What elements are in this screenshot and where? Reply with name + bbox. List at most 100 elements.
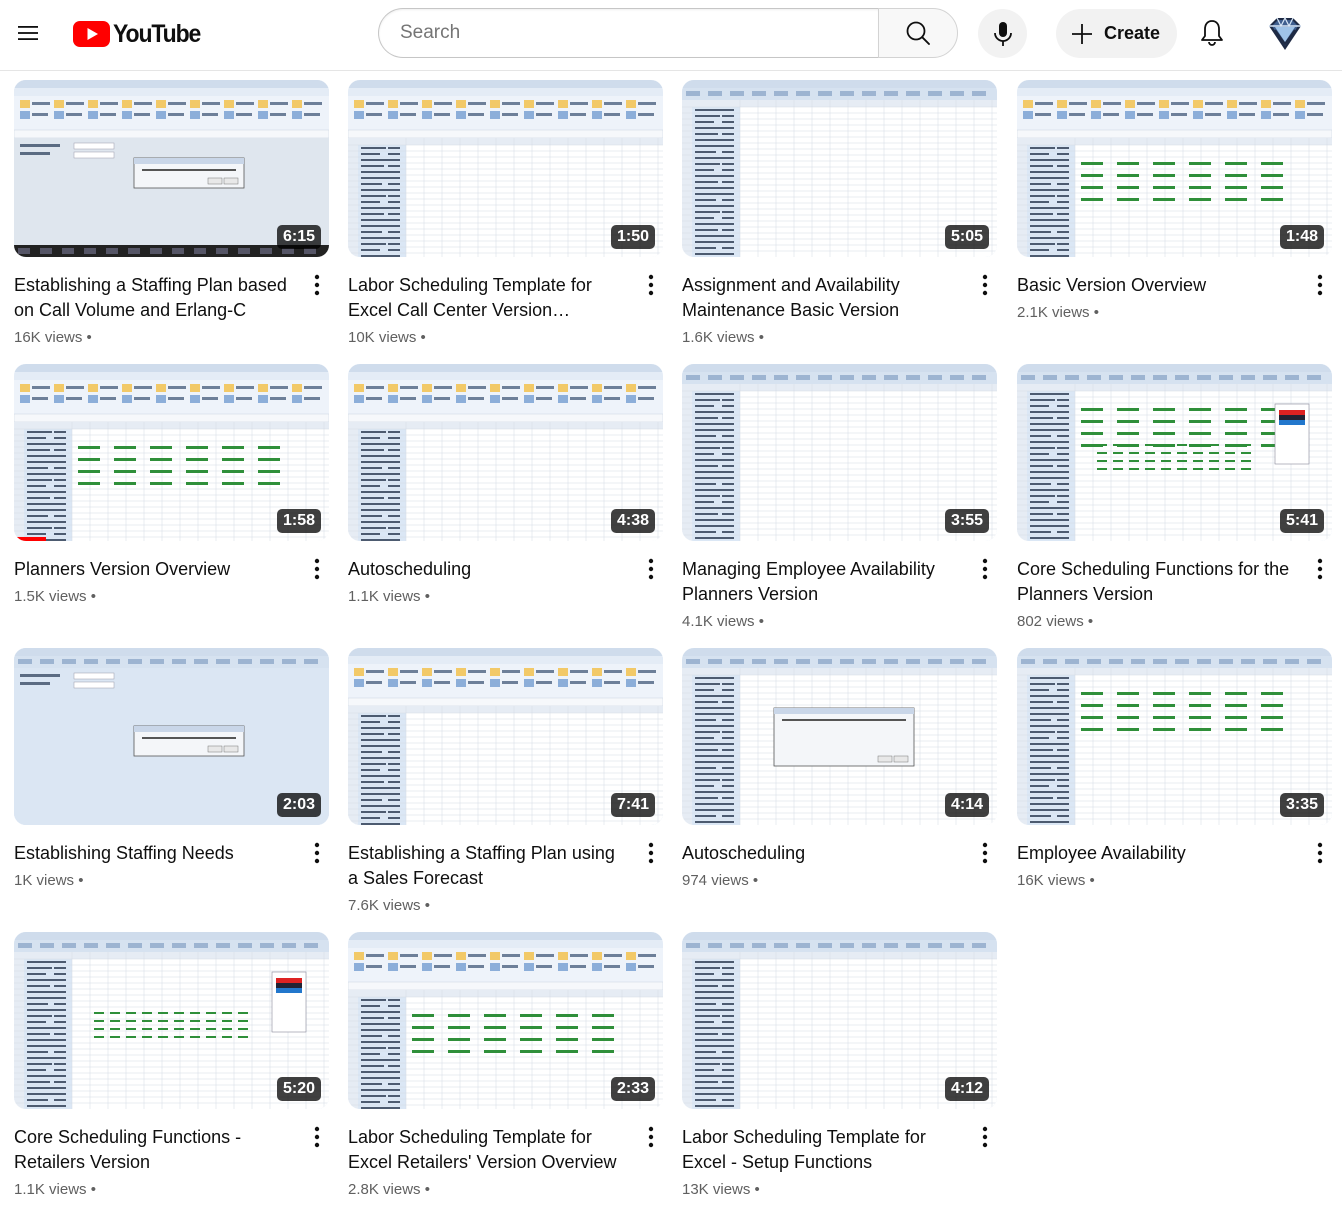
metadata-separator: • bbox=[82, 329, 92, 346]
search-icon bbox=[906, 21, 930, 45]
more-vertical-icon bbox=[982, 274, 988, 296]
video-card[interactable]: 1:58 Planners Version Overview 1.5K views … bbox=[14, 364, 329, 607]
header-divider bbox=[0, 70, 1342, 71]
video-stats: 7.6K views • bbox=[348, 896, 627, 916]
video-menu-button[interactable] bbox=[973, 839, 997, 867]
video-title[interactable]: Assignment and Availability Maintenance … bbox=[682, 273, 961, 323]
video-menu-button[interactable] bbox=[305, 1123, 329, 1151]
video-stats: 802 views • bbox=[1017, 612, 1296, 632]
video-card[interactable]: 3:55 Managing Employee Availability Plann… bbox=[682, 364, 997, 632]
notifications-button[interactable] bbox=[1189, 10, 1235, 56]
video-thumbnail[interactable]: 3:55 bbox=[682, 364, 997, 541]
video-card[interactable]: 1:48 Basic Version Overview 2.1K views • bbox=[1017, 80, 1332, 323]
view-count: 1K views bbox=[14, 872, 75, 889]
video-menu-button[interactable] bbox=[639, 555, 663, 583]
search-button[interactable] bbox=[878, 8, 958, 58]
youtube-logo[interactable]: YouTube bbox=[73, 20, 208, 48]
more-vertical-icon bbox=[648, 1126, 654, 1148]
create-button[interactable]: Create bbox=[1056, 9, 1177, 58]
metadata-separator: • bbox=[748, 872, 759, 889]
video-details: Managing Employee Availability Planners … bbox=[682, 557, 997, 632]
video-card[interactable]: 1:50 Labor Scheduling Template for Excel … bbox=[348, 80, 663, 348]
video-thumbnail[interactable]: 5:20 bbox=[14, 932, 329, 1109]
view-count: 2.8K views bbox=[348, 1181, 421, 1198]
video-menu-button[interactable] bbox=[305, 839, 329, 867]
video-title[interactable]: Planners Version Overview bbox=[14, 557, 293, 582]
video-card[interactable]: 5:05 Assignment and Availability Maintena… bbox=[682, 80, 997, 348]
video-menu-button[interactable] bbox=[1308, 271, 1332, 299]
video-title[interactable]: Core Scheduling Functions for the Planne… bbox=[1017, 557, 1296, 607]
video-menu-button[interactable] bbox=[305, 271, 329, 299]
video-card[interactable]: 4:38 Autoscheduling 1.1K views • bbox=[348, 364, 663, 607]
microphone-icon bbox=[993, 21, 1012, 46]
duration-badge: 4:12 bbox=[944, 1077, 989, 1101]
video-thumbnail[interactable]: 3:35 bbox=[1017, 648, 1332, 825]
video-thumbnail[interactable]: 7:41 bbox=[348, 648, 663, 825]
duration-badge: 2:33 bbox=[610, 1077, 655, 1101]
video-stats: 10K views • bbox=[348, 328, 627, 348]
metadata-separator: • bbox=[420, 588, 430, 605]
video-menu-button[interactable] bbox=[1308, 555, 1332, 583]
video-title[interactable]: Basic Version Overview bbox=[1017, 273, 1296, 298]
video-card[interactable]: 2:33 Labor Scheduling Template for Excel … bbox=[348, 932, 663, 1200]
video-title[interactable]: Managing Employee Availability Planners … bbox=[682, 557, 961, 607]
view-count: 1.1K views bbox=[14, 1181, 87, 1198]
video-title[interactable]: Labor Scheduling Template for Excel Reta… bbox=[348, 1125, 627, 1175]
video-menu-button[interactable] bbox=[639, 1123, 663, 1151]
video-thumbnail[interactable]: 2:03 bbox=[14, 648, 329, 825]
duration-badge: 6:15 bbox=[276, 225, 321, 249]
view-count: 13K views bbox=[682, 1181, 751, 1198]
video-title[interactable]: Establishing a Staffing Plan using a Sal… bbox=[348, 841, 627, 891]
video-menu-button[interactable] bbox=[1308, 839, 1332, 867]
video-card[interactable]: 2:03 Establishing Staffing Needs 1K views … bbox=[14, 648, 329, 891]
video-menu-button[interactable] bbox=[305, 555, 329, 583]
video-title[interactable]: Employee Availability bbox=[1017, 841, 1296, 866]
video-thumbnail[interactable]: 4:38 bbox=[348, 364, 663, 541]
hamburger-icon bbox=[18, 26, 38, 40]
video-menu-button[interactable] bbox=[973, 1123, 997, 1151]
video-card[interactable]: 3:35 Employee Availability 16K views • bbox=[1017, 648, 1332, 891]
video-thumbnail[interactable]: 6:15 bbox=[14, 80, 329, 257]
video-menu-button[interactable] bbox=[973, 555, 997, 583]
video-card[interactable]: 4:14 Autoscheduling 974 views • bbox=[682, 648, 997, 891]
video-thumbnail[interactable]: 1:48 bbox=[1017, 80, 1332, 257]
video-title[interactable]: Establishing a Staffing Plan based on Ca… bbox=[14, 273, 293, 323]
duration-badge: 7:41 bbox=[610, 793, 655, 817]
account-avatar[interactable] bbox=[1261, 10, 1309, 58]
guide-menu-button[interactable] bbox=[8, 13, 48, 53]
video-menu-button[interactable] bbox=[639, 271, 663, 299]
duration-badge: 1:50 bbox=[610, 225, 655, 249]
video-thumbnail[interactable]: 4:12 bbox=[682, 932, 997, 1109]
video-title[interactable]: Labor Scheduling Template for Excel - Se… bbox=[682, 1125, 961, 1175]
diamond-logo-icon bbox=[1269, 16, 1301, 50]
video-title[interactable]: Autoscheduling bbox=[348, 557, 627, 582]
video-card[interactable]: 5:41 Core Scheduling Functions for the Pl… bbox=[1017, 364, 1332, 632]
more-vertical-icon bbox=[648, 842, 654, 864]
video-title[interactable]: Establishing Staffing Needs bbox=[14, 841, 293, 866]
duration-badge: 1:58 bbox=[276, 509, 321, 533]
video-details: Establishing a Staffing Plan using a Sal… bbox=[348, 841, 663, 916]
video-stats: 1K views • bbox=[14, 871, 293, 891]
video-thumbnail[interactable]: 1:50 bbox=[348, 80, 663, 257]
video-card[interactable]: 7:41 Establishing a Staffing Plan using a… bbox=[348, 648, 663, 916]
video-details: Establishing Staffing Needs 1K views • bbox=[14, 841, 329, 891]
video-menu-button[interactable] bbox=[639, 839, 663, 867]
video-stats: 13K views • bbox=[682, 1180, 961, 1200]
video-thumbnail[interactable]: 4:14 bbox=[682, 648, 997, 825]
video-thumbnail[interactable]: 5:05 bbox=[682, 80, 997, 257]
search-input[interactable] bbox=[379, 9, 879, 57]
video-thumbnail[interactable]: 2:33 bbox=[348, 932, 663, 1109]
voice-search-button[interactable] bbox=[978, 9, 1027, 58]
video-title[interactable]: Core Scheduling Functions - Retailers Ve… bbox=[14, 1125, 293, 1175]
video-title[interactable]: Autoscheduling bbox=[682, 841, 961, 866]
video-card[interactable]: 4:12 Labor Scheduling Template for Excel … bbox=[682, 932, 997, 1200]
video-menu-button[interactable] bbox=[973, 271, 997, 299]
video-thumbnail[interactable]: 5:41 bbox=[1017, 364, 1332, 541]
video-card[interactable]: 5:20 Core Scheduling Functions - Retailer… bbox=[14, 932, 329, 1200]
video-thumbnail[interactable]: 1:58 bbox=[14, 364, 329, 541]
masthead: YouTube Create bbox=[0, 0, 1342, 70]
video-stats: 16K views • bbox=[14, 328, 293, 348]
video-title[interactable]: Labor Scheduling Template for Excel Call… bbox=[348, 273, 627, 323]
view-count: 1.5K views bbox=[14, 588, 87, 605]
video-card[interactable]: 6:15 Establishing a Staffing Plan based o… bbox=[14, 80, 329, 348]
